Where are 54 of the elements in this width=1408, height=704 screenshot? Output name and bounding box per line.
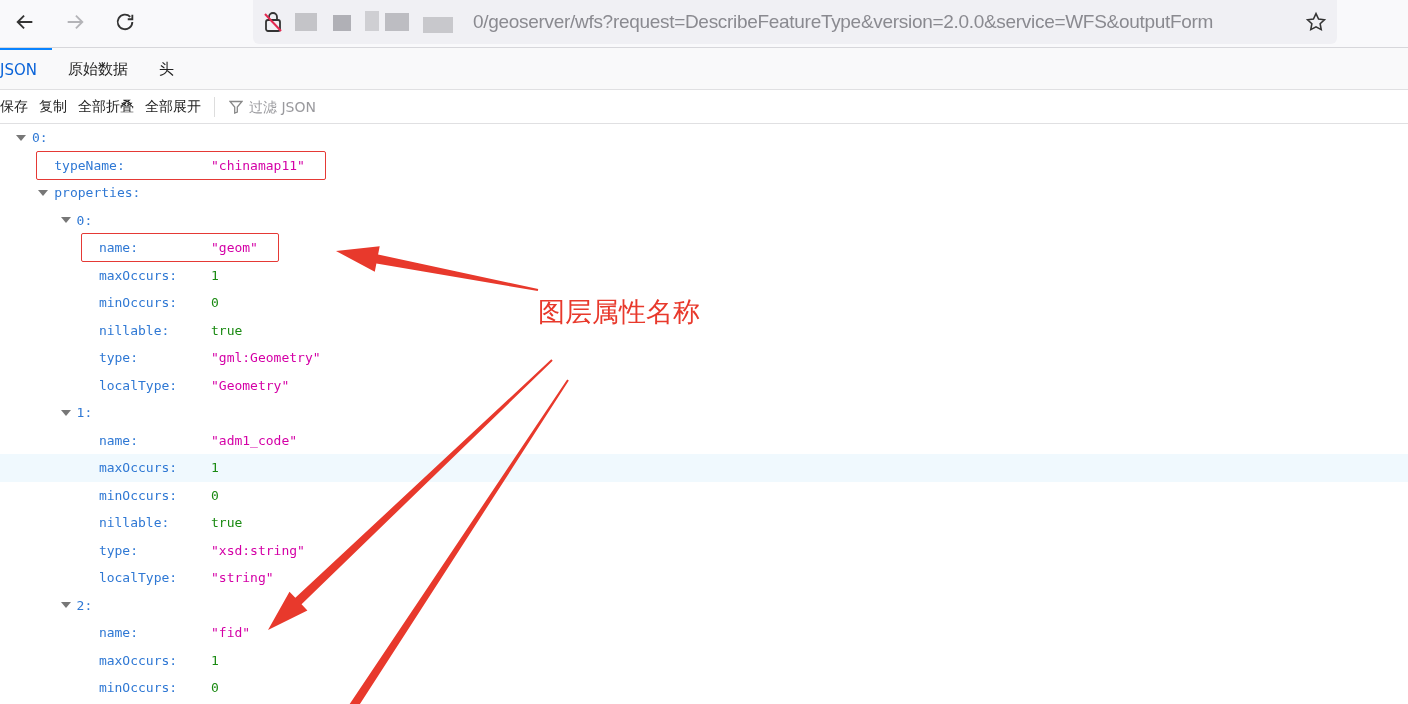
- json-key: 0:: [76, 212, 93, 228]
- json-value: "string": [211, 570, 274, 586]
- json-value: true: [211, 515, 243, 531]
- toolbar-button[interactable]: 全部折叠: [78, 97, 142, 116]
- json-key: name:: [98, 240, 211, 256]
- filter-icon: [229, 99, 243, 114]
- json-value: 0: [211, 295, 219, 311]
- expanded-triangle-icon[interactable]: [15, 132, 27, 143]
- url-text: 0/geoserver/wfs?request=DescribeFeatureType&version=2.0.0&service=WFS&outputForm: [473, 11, 1215, 33]
- expanded-triangle-icon[interactable]: [37, 187, 50, 198]
- json-value: 0: [211, 487, 219, 503]
- json-value: 1: [211, 267, 219, 283]
- json-key: maxOccurs:: [98, 652, 211, 668]
- json-key: name:: [98, 432, 211, 448]
- json-value: "chinamap11": [211, 157, 305, 173]
- toolbar-button[interactable]: 全部展开: [145, 97, 209, 116]
- json-key: maxOccurs:: [98, 460, 211, 476]
- annotation-label: 图层属性名称: [538, 295, 700, 329]
- json-value: "adm1_code": [211, 432, 298, 448]
- json-key: nillable:: [98, 515, 211, 531]
- json-value: 1: [211, 652, 219, 668]
- viewer-tab[interactable]: JSON: [0, 48, 52, 89]
- viewer-tab[interactable]: 头: [159, 48, 189, 89]
- json-value: "fid": [211, 625, 251, 641]
- expanded-triangle-icon[interactable]: [59, 407, 72, 418]
- json-key: minOccurs:: [98, 487, 211, 503]
- reload-icon: [114, 11, 136, 33]
- json-key: 0:: [32, 130, 48, 146]
- json-key: properties:: [54, 185, 141, 201]
- json-value: true: [211, 322, 243, 338]
- star-icon[interactable]: [1305, 11, 1327, 33]
- json-key: localType:: [98, 377, 211, 393]
- json-key: name:: [98, 625, 211, 641]
- json-key: minOccurs:: [98, 680, 211, 696]
- json-key: nillable:: [98, 322, 211, 338]
- json-value: "geom": [211, 240, 258, 256]
- json-key: minOccurs:: [98, 295, 211, 311]
- json-key: 2:: [76, 597, 93, 613]
- json-value: 0: [211, 680, 219, 696]
- toolbar-button[interactable]: 复制: [39, 97, 75, 116]
- filter-field[interactable]: 过滤 JSON: [247, 97, 451, 116]
- toolbar-button[interactable]: 保存: [0, 97, 36, 116]
- json-key: type:: [98, 542, 211, 558]
- viewer-tab[interactable]: 原始数据: [68, 48, 143, 89]
- json-value: 1: [211, 460, 219, 476]
- json-value: "xsd:string": [211, 542, 305, 558]
- json-key: localType:: [98, 570, 211, 586]
- json-value: "gml:Geometry": [211, 350, 321, 366]
- json-key: type:: [98, 350, 211, 366]
- json-key: maxOccurs:: [98, 267, 211, 283]
- json-key: 1:: [76, 405, 93, 421]
- json-key: typeName:: [54, 157, 211, 173]
- insecure-lock-icon: [263, 11, 283, 33]
- json-value: "Geometry": [211, 377, 290, 393]
